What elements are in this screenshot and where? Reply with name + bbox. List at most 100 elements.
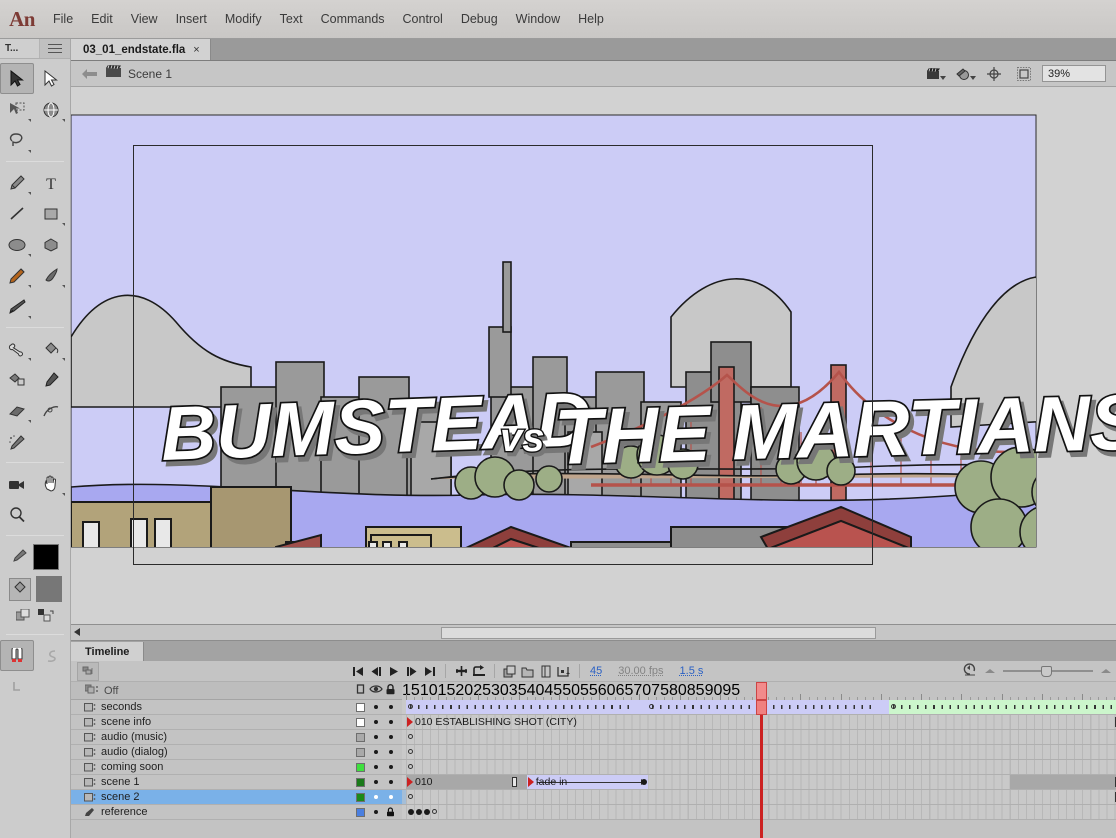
eraser-tool[interactable] (0, 395, 34, 426)
onion-skin-icon[interactable] (84, 684, 99, 698)
loop-playback-button[interactable] (470, 662, 488, 681)
go-to-first-frame-button[interactable] (349, 662, 367, 681)
layer-color-chip[interactable] (353, 762, 368, 772)
layer-color-chip[interactable] (353, 792, 368, 802)
stage-horizontal-scrollbar[interactable] (71, 624, 1116, 640)
document-tab[interactable]: 03_01_endstate.fla × (71, 39, 211, 60)
menu-item-modify[interactable]: Modify (216, 9, 271, 29)
zoom-out-timeline-icon[interactable] (984, 662, 996, 680)
paint-bucket-tool[interactable] (34, 333, 68, 364)
layer-visibility-toggle[interactable] (368, 735, 383, 739)
layer-row-scene-2[interactable]: scene 2 (71, 790, 402, 805)
oval-tool[interactable] (0, 229, 34, 260)
layer-visibility-toggle[interactable] (368, 705, 383, 709)
scene1-static-span-2[interactable] (1009, 775, 1116, 789)
layer-lock-toggle[interactable] (383, 705, 398, 709)
stroke-color-swatch[interactable] (32, 544, 59, 570)
layer-color-chip[interactable] (353, 777, 368, 787)
layer-name-label[interactable]: audio (music) (97, 731, 167, 743)
keyframe-filled[interactable] (640, 779, 647, 785)
fill-color-swatch[interactable] (35, 576, 62, 602)
scroll-left-arrow-icon[interactable] (74, 628, 80, 636)
scene-name-label[interactable]: Scene 1 (128, 67, 172, 81)
tools-panel-menu-button[interactable] (40, 39, 70, 58)
layer-visibility-toggle[interactable] (368, 750, 383, 754)
menu-item-control[interactable]: Control (394, 9, 452, 29)
tab-timeline[interactable]: Timeline (71, 642, 145, 661)
new-layer-button[interactable] (501, 662, 519, 681)
step-back-one-frame-button[interactable] (367, 662, 385, 681)
menu-item-insert[interactable]: Insert (167, 9, 216, 29)
layer-lock-toggle[interactable] (383, 750, 398, 754)
frame-row-reference[interactable] (402, 805, 1116, 820)
back-arrow-icon[interactable] (77, 68, 103, 80)
center-frame-button[interactable] (452, 662, 470, 681)
zoom-tool[interactable] (0, 499, 34, 530)
swap-colors-icon[interactable] (38, 609, 54, 627)
width-tool[interactable] (34, 395, 68, 426)
delete-layer-button[interactable] (537, 662, 555, 681)
camera-toggle-button[interactable] (555, 662, 573, 681)
layer-lock-toggle[interactable] (383, 720, 398, 724)
layer-row-scene-info[interactable]: scene info (71, 715, 402, 730)
frame-row-scene-info[interactable]: 010 ESTABLISHING SHOT (CITY)020 MEDIUM (402, 715, 1116, 730)
layer-lock-toggle[interactable] (383, 735, 398, 739)
layer-color-chip[interactable] (353, 732, 368, 742)
pen-tool[interactable] (0, 167, 34, 198)
layer-name-label[interactable]: seconds (97, 701, 142, 713)
keyframe-empty[interactable] (407, 734, 413, 739)
layer-color-chip[interactable] (353, 807, 368, 817)
subselection-tool[interactable] (34, 63, 68, 94)
hand-tool[interactable] (34, 468, 68, 499)
elapsed-time-display[interactable]: 1.5 s (680, 665, 704, 677)
layer-name-label[interactable]: scene info (97, 716, 151, 728)
playhead-handle[interactable] (756, 700, 768, 715)
play-button[interactable] (385, 662, 403, 681)
layer-row-audio-dialog-[interactable]: audio (dialog) (71, 745, 402, 760)
layer-row-coming-soon[interactable]: coming soon (71, 760, 402, 775)
menu-item-commands[interactable]: Commands (312, 9, 394, 29)
menu-item-view[interactable]: View (122, 9, 167, 29)
straighten-icon[interactable] (0, 671, 34, 702)
menu-item-help[interactable]: Help (569, 9, 613, 29)
pencil-tool[interactable] (0, 260, 34, 291)
layer-color-chip[interactable] (353, 747, 368, 757)
selection-tool[interactable] (0, 63, 34, 94)
clip-content-icon[interactable] (1012, 64, 1036, 84)
layer-lock-toggle[interactable] (383, 780, 398, 784)
layer-name-label[interactable]: scene 2 (97, 791, 140, 803)
layer-visibility-toggle[interactable] (368, 765, 383, 769)
stage-area[interactable]: BUMSTEAD BUMSTEAD vs vs THE MARTIANS THE… (71, 87, 1116, 624)
zoom-level-input[interactable]: 39% (1042, 65, 1106, 82)
onion-skin-outline-button[interactable] (77, 661, 99, 681)
smooth-icon[interactable] (34, 640, 68, 671)
go-to-last-frame-button[interactable] (421, 662, 439, 681)
layer-row-reference[interactable]: reference (71, 805, 402, 820)
layer-name-label[interactable]: reference (97, 806, 147, 818)
eye-column-icon[interactable] (368, 684, 383, 697)
layer-row-seconds[interactable]: seconds (71, 700, 402, 715)
ink-bottle-tool[interactable] (0, 364, 34, 395)
new-folder-button[interactable] (519, 662, 537, 681)
snap-to-objects-icon[interactable] (0, 640, 34, 671)
eyedropper-tool[interactable] (34, 364, 68, 395)
keyframe-empty[interactable] (407, 794, 413, 799)
text-tool[interactable]: T (34, 167, 68, 198)
playhead-marker[interactable] (756, 682, 768, 700)
frame-row-scene-2[interactable] (402, 790, 1116, 805)
edit-scene-icon[interactable] (922, 64, 946, 84)
center-stage-icon[interactable] (982, 64, 1006, 84)
frame-row-scene-1[interactable]: 010 fade in (402, 775, 1116, 790)
keyframe-empty[interactable] (407, 749, 413, 754)
layer-name-label[interactable]: coming soon (97, 761, 163, 773)
paint-brush-tool[interactable] (0, 291, 34, 322)
camera-tool[interactable] (0, 468, 34, 499)
tools-tab-label[interactable]: T... (0, 39, 40, 58)
magic-wand-tool[interactable] (0, 426, 34, 457)
step-forward-one-frame-button[interactable] (403, 662, 421, 681)
rectangle-tool[interactable] (34, 198, 68, 229)
layer-row-scene-1[interactable]: scene 1 (71, 775, 402, 790)
layer-color-chip[interactable] (353, 717, 368, 727)
timeline-ruler[interactable]: 1s2s3s1510152025303540455055606570758085… (402, 682, 1116, 700)
outline-column-icon[interactable] (353, 684, 368, 697)
